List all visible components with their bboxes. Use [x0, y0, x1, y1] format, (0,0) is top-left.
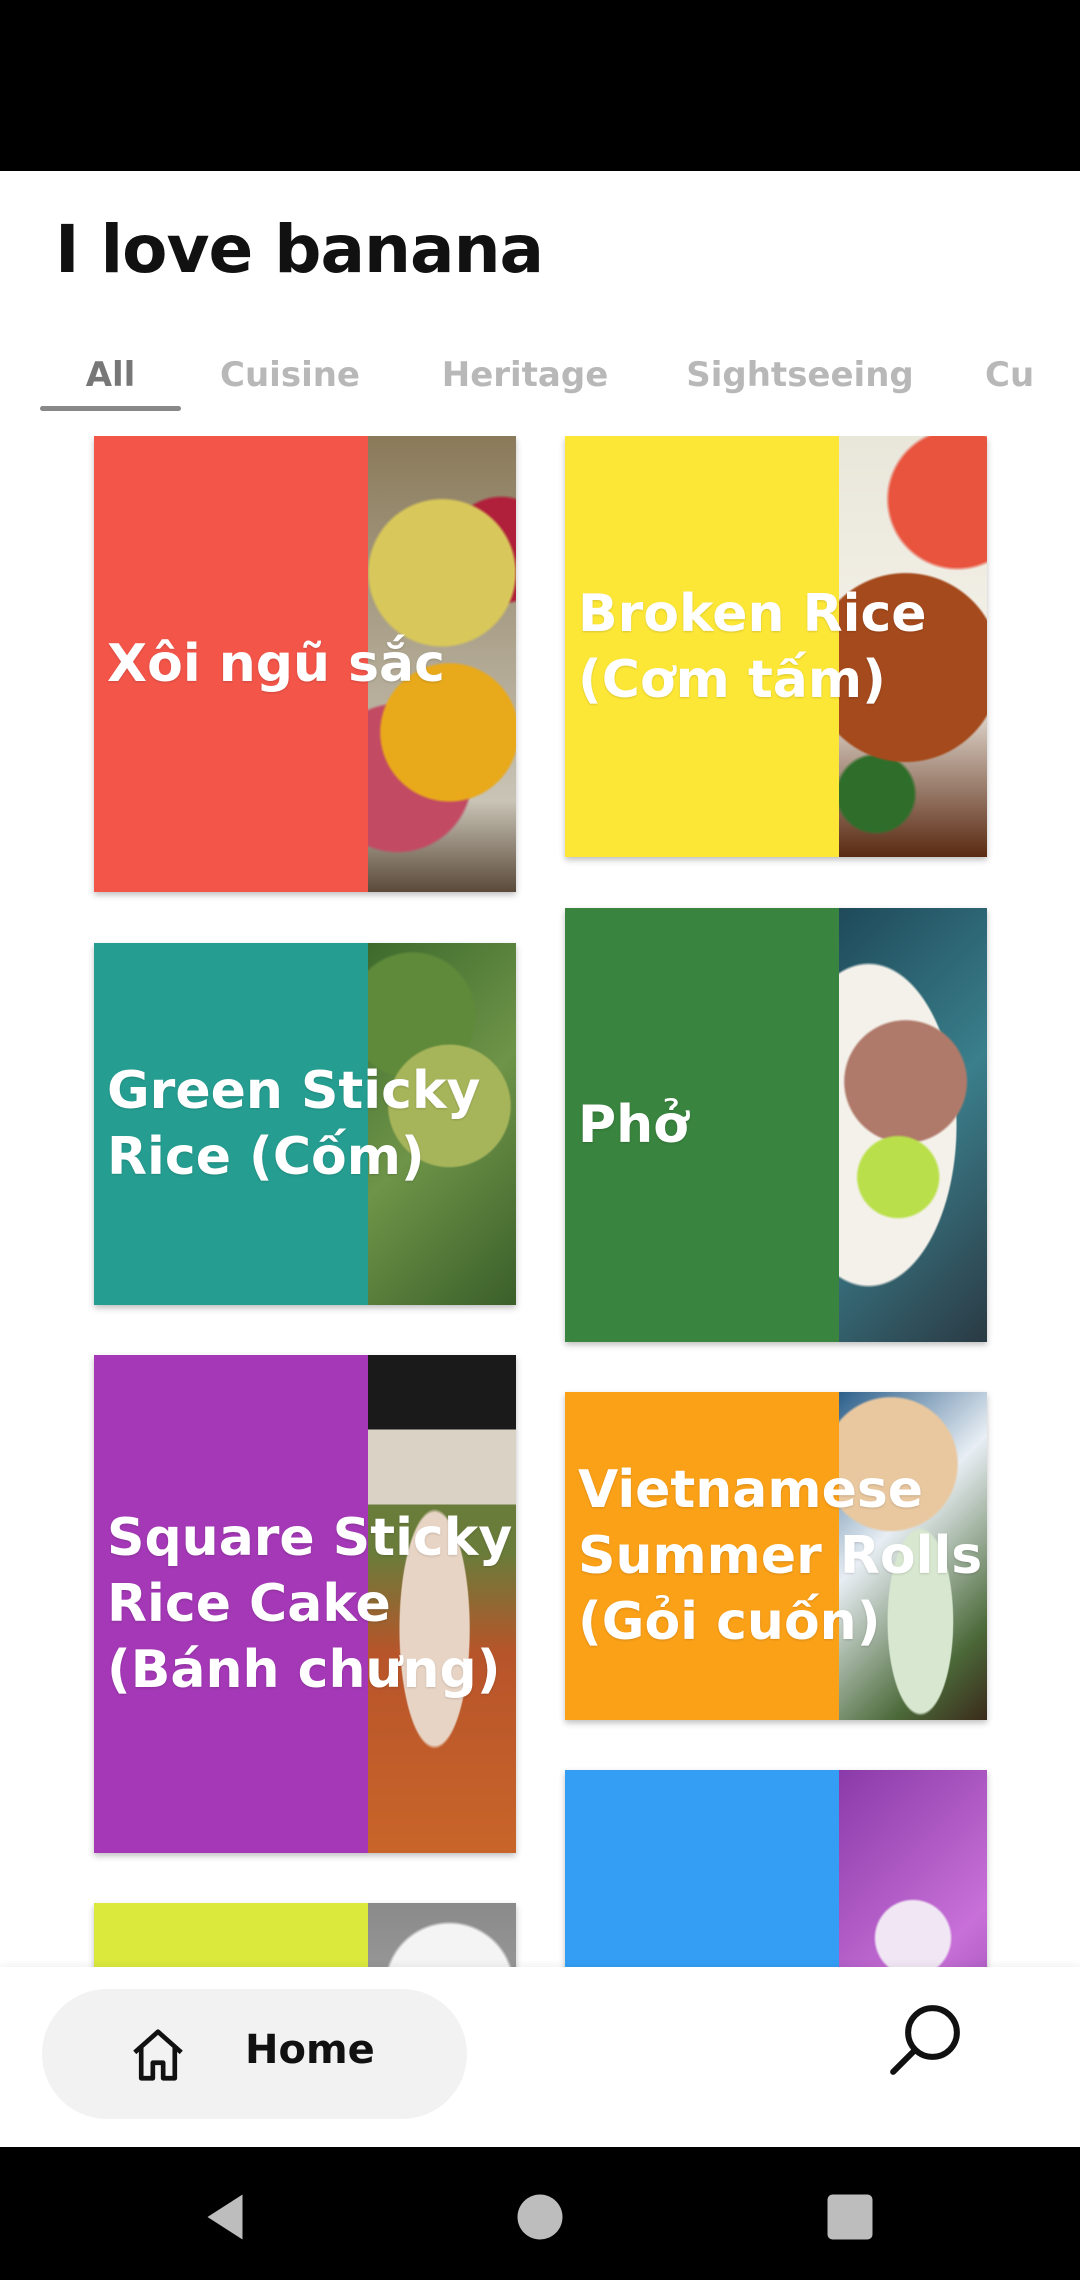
place-card[interactable]: Vietnamese Summer Rolls (Gỏi cuốn) [565, 1392, 987, 1720]
tab-heritage[interactable]: Heritage [425, 321, 625, 436]
place-card[interactable]: Green Sticky Rice (Cốm) [94, 943, 516, 1305]
category-tabs: All Cuisine Heritage Sightseeing Cu [0, 321, 1080, 436]
place-card[interactable]: Square Sticky Rice Cake (Bánh chưng) [94, 1355, 516, 1853]
place-name: Green Sticky Rice (Cốm) [107, 1061, 481, 1187]
page-title: I love banana [55, 211, 544, 288]
search-icon[interactable] [880, 1995, 970, 2085]
place-card[interactable]: Broken Rice (Cơm tấm) [565, 436, 987, 857]
back-icon[interactable] [195, 2187, 255, 2247]
circle-home-icon[interactable] [510, 2187, 570, 2247]
status-bar [0, 0, 1080, 171]
active-tab-indicator [40, 406, 181, 411]
place-card[interactable]: Phở [565, 908, 987, 1342]
tab-more[interactable]: Cu [985, 321, 1065, 436]
place-name: Phở [578, 1095, 689, 1155]
bottom-navigation: Home [0, 1967, 1080, 2147]
app-screen: I love banana All Cuisine Heritage Sight… [0, 171, 1080, 2147]
place-name: Broken Rice (Cơm tấm) [578, 583, 927, 710]
places-grid: Xôi ngũ sắc Broken Rice (Cơm tấm) Green … [0, 436, 1080, 2142]
place-name: Square Sticky Rice Cake (Bánh chưng) [107, 1508, 513, 1700]
home-icon [133, 2029, 183, 2081]
place-name: Vietnamese Summer Rolls (Gỏi cuốn) [578, 1460, 983, 1652]
system-navigation-bar [0, 2147, 1080, 2280]
recents-icon[interactable] [820, 2187, 880, 2247]
tab-sightseeing[interactable]: Sightseeing [675, 321, 925, 436]
tab-cuisine[interactable]: Cuisine [200, 321, 380, 436]
home-nav-button[interactable]: Home [42, 1989, 467, 2119]
place-name: Xôi ngũ sắc [107, 634, 445, 694]
home-label: Home [245, 2027, 375, 2073]
tab-all[interactable]: All [40, 321, 181, 436]
place-card[interactable]: Xôi ngũ sắc [94, 436, 516, 892]
